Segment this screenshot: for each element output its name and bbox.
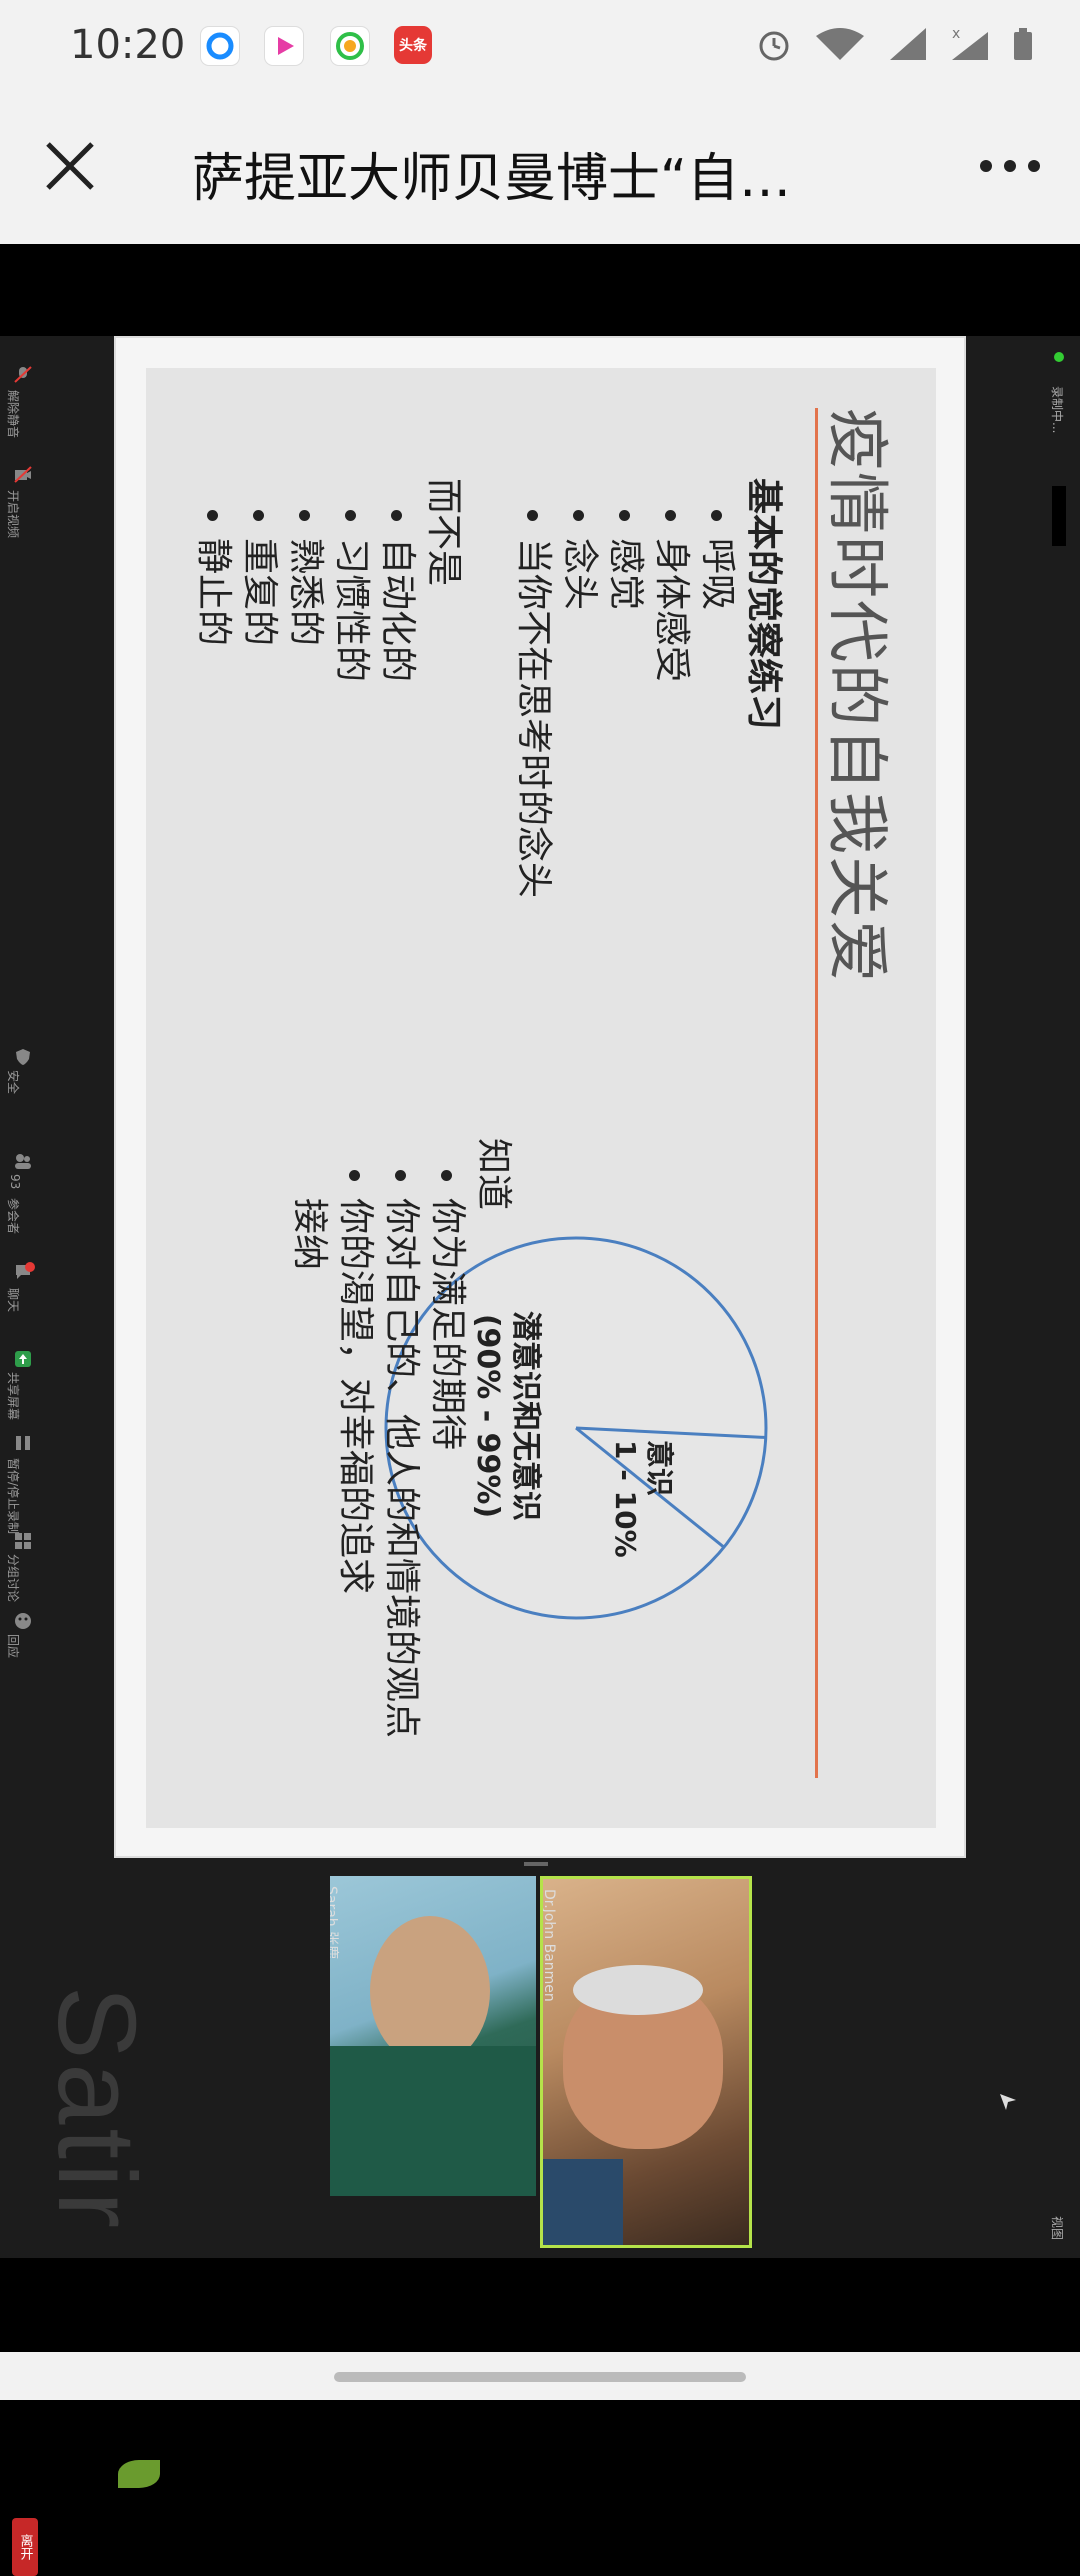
list-item: 重复的 [236, 538, 282, 682]
slide-middle-list: 而不是 自动化的 习惯性的 熟悉的 重复的 静止的 [190, 478, 466, 682]
svg-text:x: x [952, 26, 960, 42]
participant-video-2[interactable]: Sarah 张鹿 [330, 1876, 536, 2196]
slide-title: 疫情时代的自我关爱 [821, 408, 894, 985]
left-heading: 基本的觉察练习 [743, 478, 784, 731]
participant-name-1: Dr.John Banmen [541, 1889, 557, 2002]
youku-icon [264, 26, 304, 66]
participant-body [543, 2159, 623, 2245]
gesture-bar[interactable] [334, 2372, 746, 2382]
meeting-video[interactable]: 解除静音 开启视频 安全 93 参会者 聊天 共享屏幕 暂停/停止录制 分组讨论 [0, 336, 1080, 2576]
slide-rotated: 疫情时代的自我关爱 基本的觉察练习 呼吸 身体感受 感觉 念头 当你不在思考时的… [146, 368, 936, 1828]
gesture-area [0, 2352, 1080, 2400]
pie-slice-label-1: 意识 [643, 1440, 676, 1497]
toolbar-label-chat[interactable]: 聊天 [5, 1288, 22, 1312]
toolbar-label-record[interactable]: 暂停/停止录制 [5, 1458, 22, 1534]
pie-label-conscious: 意识 1 - 10% [608, 1440, 676, 1558]
mic-muted-icon[interactable] [14, 366, 32, 383]
signal-icon [890, 28, 926, 60]
satir-watermark: Satir [35, 1986, 158, 2233]
toolbar-label-share[interactable]: 共享屏幕 [5, 1372, 22, 1420]
cursor-icon [1000, 2094, 1016, 2110]
toolbar-label-video[interactable]: 开启视频 [5, 490, 22, 538]
recording-controls[interactable] [1052, 486, 1066, 546]
shield-icon[interactable] [14, 1048, 32, 1065]
toolbar-label-security[interactable]: 安全 [5, 1070, 22, 1094]
record-icon[interactable] [14, 1434, 32, 1450]
close-button[interactable] [30, 126, 110, 206]
qq-browser-icon [200, 26, 240, 66]
participants-count: 93 [8, 1174, 22, 1190]
participants-icon[interactable] [14, 1152, 32, 1169]
pie-slice-value-1: 1 - 10% [609, 1440, 642, 1558]
more-options-button[interactable] [970, 126, 1050, 206]
battery-icon [1014, 28, 1032, 60]
status-indicators: x [756, 26, 1034, 62]
participant-name-2: Sarah 张鹿 [330, 1886, 339, 1960]
signal-no-sim-icon: x [952, 26, 988, 60]
chat-icon[interactable] [14, 1262, 35, 1279]
right-heading: 知道 [473, 1138, 514, 1211]
participant-face [370, 1916, 490, 2066]
list-item: 静止的 [190, 538, 236, 682]
alarm-icon [759, 31, 789, 61]
list-item: 自动化的 [374, 538, 420, 682]
list-item: 你为满足的期待 [424, 1198, 470, 1738]
participant-video-1[interactable]: Dr.John Banmen [540, 1876, 752, 2248]
shared-slide: 疫情时代的自我关爱 基本的觉察练习 呼吸 身体感受 感觉 念头 当你不在思考时的… [114, 336, 966, 1858]
list-item: 你对自己的、他人的和情境的观点 [378, 1198, 424, 1738]
participant-hair [573, 1965, 703, 2015]
slide-content: 疫情时代的自我关爱 基本的觉察练习 呼吸 身体感受 感觉 念头 当你不在思考时的… [146, 368, 936, 1828]
connection-status-icon [1054, 352, 1064, 362]
reaction-icon[interactable] [14, 1612, 32, 1629]
more-icon [980, 160, 1040, 172]
view-toggle[interactable]: 视图 [1049, 2216, 1066, 2240]
list-item: 熟悉的 [282, 538, 328, 682]
list-item: 当你不在思考时的念头 [510, 538, 556, 898]
toolbar-label-participants[interactable]: 参会者 [5, 1198, 22, 1234]
slide-title-rule [815, 408, 818, 1778]
toutiao-label: 头条 [399, 38, 427, 54]
leave-button[interactable]: 离开 [12, 2518, 38, 2576]
list-item: 念头 [556, 538, 602, 898]
video-letterbox-top [0, 244, 1080, 336]
close-icon [46, 142, 94, 190]
list-item: 感觉 [602, 538, 648, 898]
toolbar-label-reaction[interactable]: 回应 [5, 1634, 22, 1658]
participant-body [330, 2046, 536, 2196]
list-item: 你的渴望，对幸福的追求 [332, 1198, 378, 1738]
list-item: 接纳 [289, 1198, 330, 1271]
breakout-icon[interactable] [14, 1532, 32, 1549]
satir-leaf-icon [118, 2460, 160, 2488]
status-bar: 10:20 头条 x [0, 0, 1080, 96]
slide-resize-handle[interactable] [524, 1862, 548, 1866]
list-item: 身体感受 [648, 538, 694, 898]
tencent-video-icon [330, 26, 370, 66]
toolbar-label-breakout[interactable]: 分组讨论 [5, 1554, 22, 1602]
page-title: 萨提亚大师贝曼博士“自… [192, 149, 791, 209]
status-time: 10:20 [70, 22, 186, 68]
share-screen-icon[interactable] [14, 1350, 32, 1367]
slide-right-list: 知道 你为满足的期待 你对自己的、他人的和情境的观点 你的渴望，对幸福的追求 接… [286, 1138, 516, 1738]
list-item: 习惯性的 [328, 538, 374, 682]
recording-label: 录制中... [1050, 386, 1064, 434]
wifi-icon [816, 28, 864, 60]
toolbar-label-unmute[interactable]: 解除静音 [5, 390, 22, 438]
toutiao-icon: 头条 [394, 26, 432, 64]
list-item: 呼吸 [694, 538, 740, 898]
slide-left-list: 基本的觉察练习 呼吸 身体感受 感觉 念头 当你不在思考时的念头 [510, 478, 786, 898]
middle-heading: 而不是 [423, 478, 464, 587]
video-letterbox-bottom [0, 2258, 1080, 2352]
video-off-icon[interactable] [14, 466, 32, 483]
title-bar: 萨提亚大师贝曼博士“自… [0, 96, 1080, 244]
